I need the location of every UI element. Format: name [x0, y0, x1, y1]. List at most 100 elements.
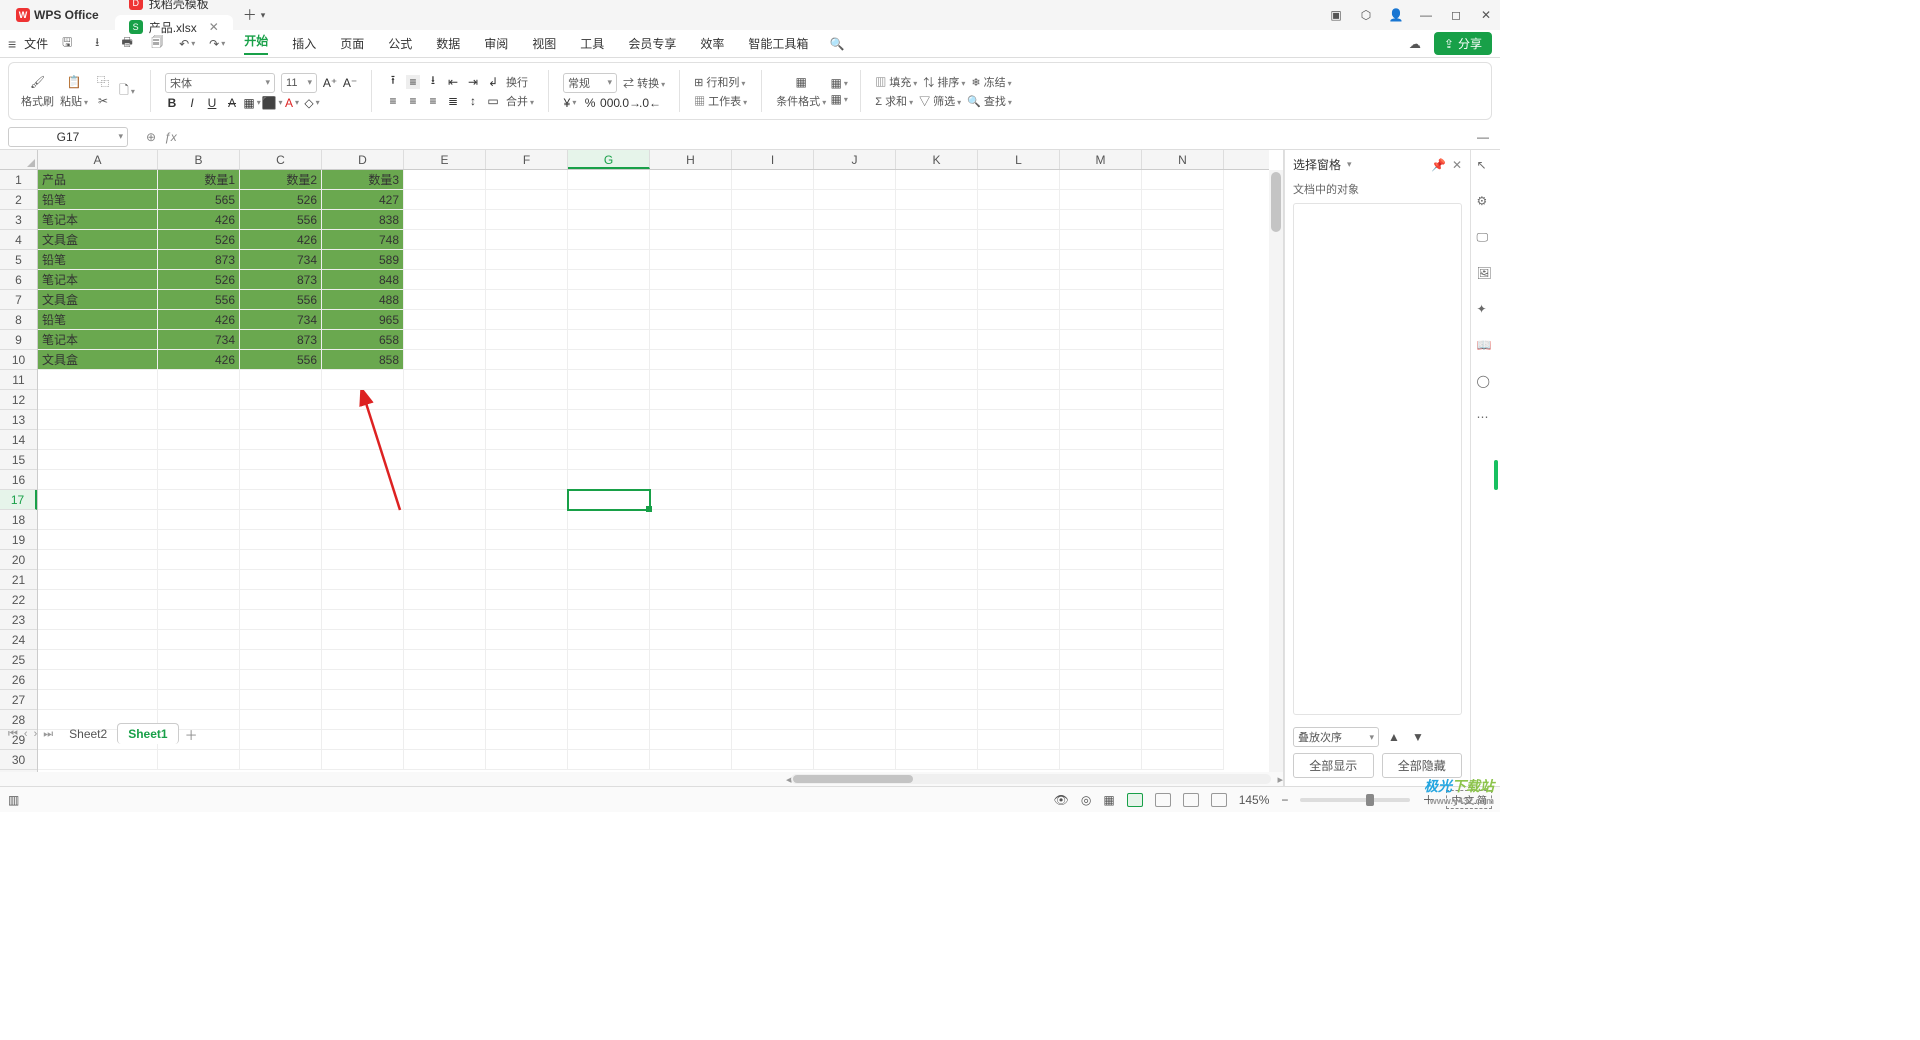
close-tab-icon[interactable]: ✕: [209, 20, 219, 34]
cell[interactable]: [732, 290, 814, 310]
cell[interactable]: [486, 750, 568, 770]
maximize-icon[interactable]: ◻: [1448, 8, 1464, 22]
cell[interactable]: [650, 190, 732, 210]
cell[interactable]: [404, 310, 486, 330]
cell[interactable]: [1142, 530, 1224, 550]
cell[interactable]: [732, 470, 814, 490]
cell[interactable]: [1142, 350, 1224, 370]
cell[interactable]: 铅笔: [38, 190, 158, 210]
cell[interactable]: [38, 410, 158, 430]
cell[interactable]: [486, 430, 568, 450]
cell[interactable]: [650, 670, 732, 690]
cell[interactable]: [1142, 650, 1224, 670]
merge-label[interactable]: 合并▾: [506, 93, 534, 109]
cell[interactable]: [158, 510, 240, 530]
cell[interactable]: [568, 550, 650, 570]
ribbon-tab[interactable]: 视图: [532, 35, 556, 52]
cell[interactable]: 427: [322, 190, 404, 210]
cell[interactable]: [158, 750, 240, 770]
name-box[interactable]: G17▾: [8, 127, 128, 147]
cell[interactable]: [568, 690, 650, 710]
cell[interactable]: [158, 570, 240, 590]
cell[interactable]: [978, 350, 1060, 370]
cell[interactable]: [240, 470, 322, 490]
cell[interactable]: [38, 670, 158, 690]
cell[interactable]: [158, 670, 240, 690]
cell[interactable]: [1060, 470, 1142, 490]
cell[interactable]: [978, 590, 1060, 610]
hamburger-icon[interactable]: ≡: [8, 36, 16, 52]
cell[interactable]: [158, 550, 240, 570]
cell[interactable]: [38, 370, 158, 390]
italic-icon[interactable]: I: [185, 96, 199, 110]
cell[interactable]: 数量3: [322, 170, 404, 190]
cell[interactable]: [240, 510, 322, 530]
cell[interactable]: [650, 530, 732, 550]
cell[interactable]: [732, 350, 814, 370]
row-header[interactable]: 30: [0, 750, 37, 770]
cell[interactable]: [1060, 170, 1142, 190]
align-right-icon[interactable]: ≡: [426, 94, 440, 108]
cell[interactable]: [1060, 290, 1142, 310]
cell[interactable]: [1060, 730, 1142, 750]
cell[interactable]: [38, 510, 158, 530]
cell[interactable]: [158, 650, 240, 670]
hide-all-button[interactable]: 全部隐藏: [1382, 753, 1463, 778]
cell[interactable]: 数量1: [158, 170, 240, 190]
help-tool-icon[interactable]: ◯: [1477, 374, 1495, 392]
row-header[interactable]: 27: [0, 690, 37, 710]
cell[interactable]: [1060, 550, 1142, 570]
cell[interactable]: [814, 250, 896, 270]
cell[interactable]: [322, 710, 404, 730]
cell[interactable]: [486, 450, 568, 470]
cell[interactable]: [814, 750, 896, 770]
cell[interactable]: [158, 490, 240, 510]
cell[interactable]: [322, 490, 404, 510]
cell[interactable]: [486, 250, 568, 270]
cell[interactable]: [1060, 310, 1142, 330]
cell[interactable]: 文具盒: [38, 290, 158, 310]
row-header[interactable]: 1: [0, 170, 37, 190]
cell[interactable]: [896, 350, 978, 370]
cell[interactable]: [486, 550, 568, 570]
cell[interactable]: [814, 590, 896, 610]
cell[interactable]: [732, 710, 814, 730]
conditional-format-button[interactable]: ▦ 条件格式▾: [776, 73, 826, 109]
cell[interactable]: [1142, 570, 1224, 590]
cell[interactable]: [896, 210, 978, 230]
sheet-prev-icon[interactable]: ‹: [24, 728, 28, 740]
zoom-formula-icon[interactable]: ⊕: [146, 130, 156, 144]
cell[interactable]: [978, 570, 1060, 590]
reading-tool-icon[interactable]: 📖: [1477, 338, 1495, 356]
cell[interactable]: [38, 750, 158, 770]
cell[interactable]: [486, 530, 568, 550]
cell-style-icon[interactable]: ▦▾: [832, 92, 846, 106]
cell[interactable]: [486, 590, 568, 610]
cell[interactable]: [322, 510, 404, 530]
column-header[interactable]: M: [1060, 150, 1142, 169]
cell[interactable]: [978, 510, 1060, 530]
cell[interactable]: [896, 570, 978, 590]
format-painter-button[interactable]: 🖌 格式刷: [21, 73, 54, 109]
new-tab-dropdown-icon[interactable]: ▾: [261, 10, 266, 21]
cell[interactable]: [404, 670, 486, 690]
cell[interactable]: [404, 330, 486, 350]
cell[interactable]: [978, 390, 1060, 410]
cell[interactable]: [1060, 250, 1142, 270]
cell[interactable]: [732, 730, 814, 750]
cell[interactable]: [486, 730, 568, 750]
cell[interactable]: [1142, 590, 1224, 610]
cell[interactable]: [404, 630, 486, 650]
cell[interactable]: [1142, 230, 1224, 250]
cell[interactable]: [568, 310, 650, 330]
cell[interactable]: 笔记本: [38, 210, 158, 230]
row-header[interactable]: 23: [0, 610, 37, 630]
selection-pane-dropdown-icon[interactable]: ▾: [1347, 159, 1352, 170]
cell[interactable]: [732, 450, 814, 470]
cell[interactable]: [732, 230, 814, 250]
cell[interactable]: [38, 650, 158, 670]
cell[interactable]: [568, 650, 650, 670]
cell[interactable]: 565: [158, 190, 240, 210]
cell[interactable]: 426: [158, 350, 240, 370]
cell[interactable]: [1060, 670, 1142, 690]
